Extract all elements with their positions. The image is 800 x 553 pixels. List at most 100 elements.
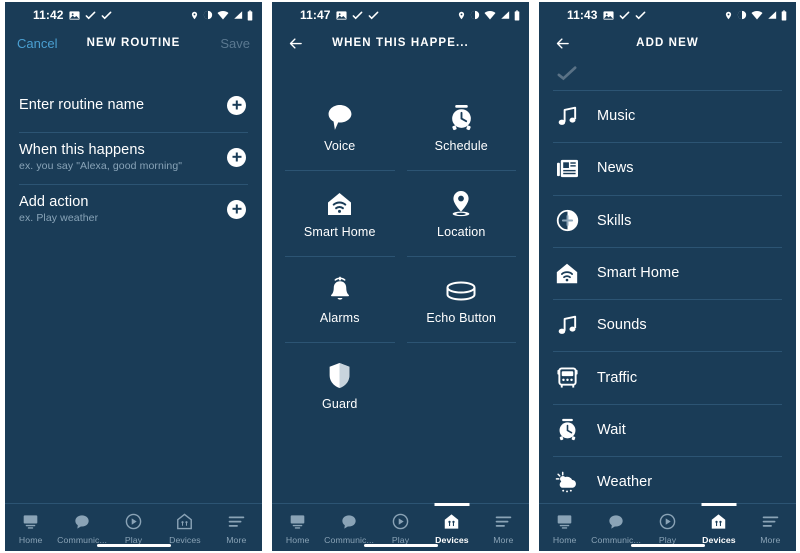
battery-icon [781, 9, 787, 21]
app-bar: WHEN THIS HAPPE... [272, 28, 529, 58]
grid-item-location[interactable]: Location [406, 170, 517, 256]
tab-play[interactable]: Play [108, 509, 159, 545]
grid-top-pad [272, 58, 529, 84]
smart-home-icon [553, 262, 581, 285]
routine-form-body: Enter routine name When this happens ex.… [5, 58, 262, 503]
battery-icon [514, 9, 520, 21]
wifi-icon [751, 10, 763, 20]
tab-home[interactable]: Home [272, 509, 323, 545]
tab-label: More [493, 535, 514, 545]
list-item-label: Traffic [597, 369, 638, 386]
arrow-left-icon[interactable] [551, 32, 573, 54]
add-new-list-body: Music News Skills Smart Home Sounds Traf… [539, 58, 796, 503]
devices-house-icon [710, 512, 727, 531]
echo-button-icon [445, 273, 477, 303]
tab-devices[interactable]: Devices [693, 509, 744, 545]
tab-label: Home [18, 535, 43, 545]
alarm-clock-icon [553, 418, 581, 441]
routine-row-trigger[interactable]: When this happens ex. you say "Alexa, go… [5, 132, 262, 184]
home-indicator [630, 544, 705, 547]
status-bar: 11:42 [5, 2, 262, 28]
dnd-icon [737, 10, 747, 20]
routine-row-action[interactable]: Add action ex. Play weather [5, 184, 262, 236]
list-item-traffic[interactable]: Traffic [539, 351, 796, 403]
wifi-icon [484, 10, 496, 20]
list-item-skills[interactable]: Skills [539, 194, 796, 247]
list-item-partial[interactable] [539, 58, 796, 90]
image-icon [68, 10, 80, 20]
play-circle-icon [125, 512, 142, 531]
tab-communicate[interactable]: Communic... [56, 509, 107, 545]
home-icon [556, 512, 573, 531]
status-time: 11:47 [300, 8, 331, 22]
grid-item-label: Voice [324, 139, 356, 153]
tab-play[interactable]: Play [642, 509, 693, 545]
list-item-smart-home[interactable]: Smart Home [539, 246, 796, 299]
trigger-grid: Voice Schedule Smart Home Location Alarm [272, 84, 529, 428]
cancel-button[interactable]: Cancel [17, 36, 63, 51]
check-icon [85, 11, 95, 19]
tab-more[interactable]: More [211, 509, 262, 545]
tab-communicate[interactable]: Communic... [323, 509, 374, 545]
grid-item-label: Alarms [319, 311, 360, 325]
dnd-icon [203, 10, 213, 20]
tab-label: Home [285, 535, 310, 545]
routine-row-texts: Add action ex. Play weather [19, 194, 227, 224]
phone-screen-add-new: 11:43 ADD NEW Music News Skills Smart Ho… [539, 2, 796, 551]
status-time: 11:43 [567, 8, 598, 22]
tab-more[interactable]: More [478, 509, 529, 545]
list-item-wait[interactable]: Wait [539, 403, 796, 456]
grid-item-voice[interactable]: Voice [285, 84, 395, 170]
tab-play[interactable]: Play [375, 509, 426, 545]
page-title: ADD NEW [636, 37, 699, 49]
grid-item-schedule[interactable]: Schedule [407, 84, 517, 170]
status-bar-left: 11:47 [300, 8, 379, 22]
bottom-tab-bar: Home Communic... Play Devices More [539, 503, 796, 551]
list-item-music[interactable]: Music [539, 90, 796, 142]
image-icon [335, 10, 347, 20]
speech-bubble-icon [341, 512, 357, 531]
routine-row-name[interactable]: Enter routine name [5, 80, 262, 132]
tab-home[interactable]: Home [5, 509, 56, 545]
phone-screen-new-routine: 11:42 Cancel NEW ROUTINE Save Enter rout… [5, 2, 262, 551]
arrow-left-icon[interactable] [284, 32, 306, 54]
tab-more[interactable]: More [745, 509, 796, 545]
check-icon [635, 11, 645, 19]
bell-icon [328, 273, 352, 303]
tab-devices[interactable]: Devices [159, 509, 210, 545]
page-title: WHEN THIS HAPPE... [332, 37, 469, 49]
grid-item-alarms[interactable]: Alarms [285, 256, 395, 342]
grid-item-label: Schedule [434, 139, 488, 153]
plus-icon[interactable] [227, 95, 246, 115]
location-pin-icon [449, 187, 473, 217]
trigger-grid-body: Voice Schedule Smart Home Location Alarm [272, 58, 529, 503]
tab-communicate[interactable]: Communic... [590, 509, 641, 545]
plus-icon[interactable] [227, 199, 246, 219]
grid-item-label: Smart Home [303, 225, 376, 239]
home-indicator [96, 544, 171, 547]
devices-house-icon [176, 512, 193, 531]
hamburger-icon [228, 512, 245, 531]
plus-icon[interactable] [227, 147, 246, 167]
tab-label: Devices [435, 535, 469, 545]
list-item-sounds[interactable]: Sounds [539, 299, 796, 351]
routine-row-title: When this happens [19, 142, 145, 158]
tab-devices[interactable]: Devices [426, 509, 477, 545]
partial-icon [553, 65, 581, 83]
list-item-news[interactable]: News [539, 142, 796, 194]
play-circle-icon [659, 512, 676, 531]
speech-bubble-icon [74, 512, 90, 531]
list-item-weather[interactable]: Weather [539, 456, 796, 503]
save-button[interactable]: Save [204, 36, 250, 51]
music-note-icon [553, 105, 581, 128]
tab-home[interactable]: Home [539, 509, 590, 545]
check-icon [368, 11, 378, 19]
grid-item-echo-button[interactable]: Echo Button [406, 256, 517, 342]
list-item-label: Smart Home [597, 265, 680, 282]
grid-item-smart-home[interactable]: Smart Home [285, 170, 395, 256]
grid-item-guard[interactable]: Guard [285, 342, 395, 428]
check-icon [101, 11, 111, 19]
devices-house-icon [443, 512, 460, 531]
tab-label: Devices [702, 535, 736, 545]
image-icon [602, 10, 614, 20]
